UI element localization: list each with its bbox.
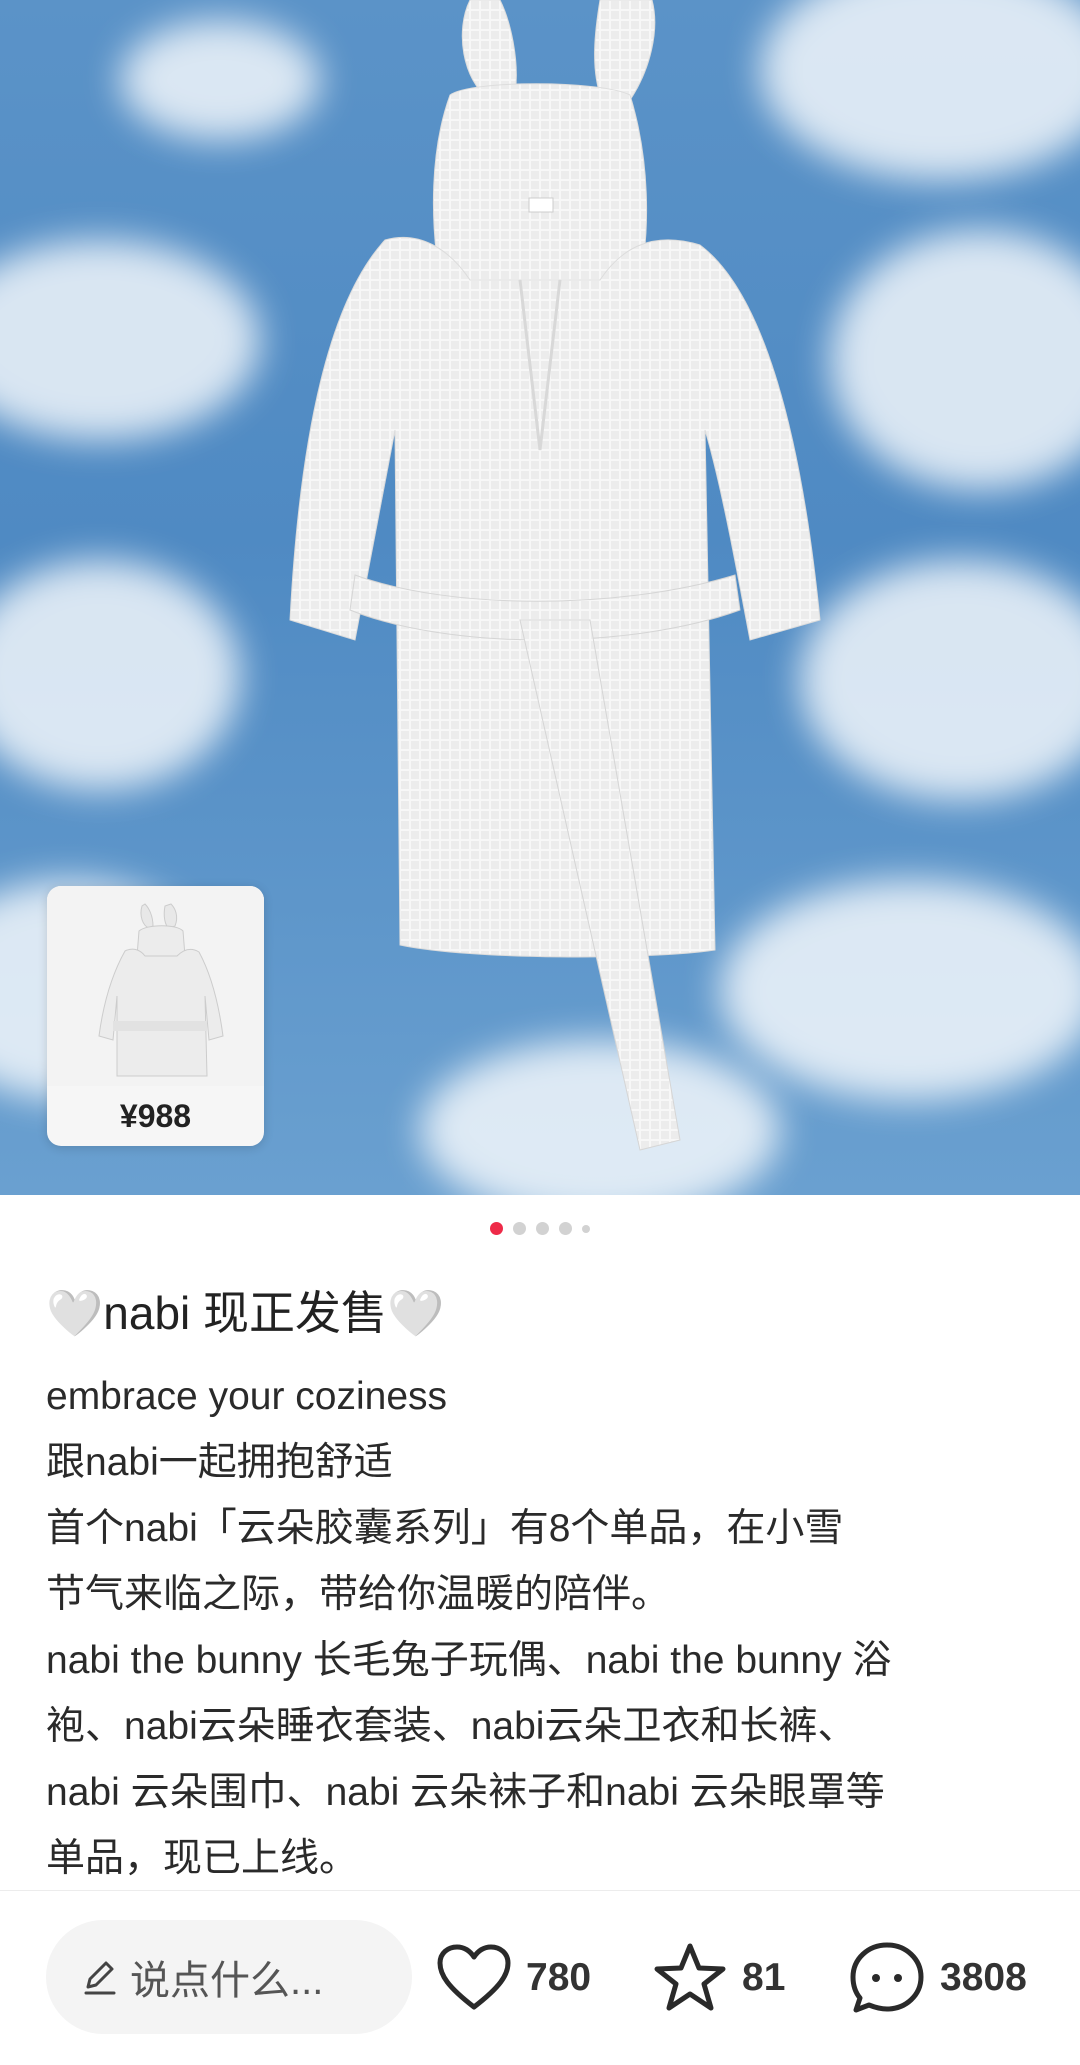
bathrobe-thumbnail-image: [47, 886, 264, 1086]
post-line: 节气来临之际，带给你温暖的陪伴。: [46, 1573, 671, 1616]
post-image[interactable]: ¥988: [0, 0, 1080, 1195]
comment-button[interactable]: 3808: [848, 1936, 1027, 2020]
star-icon: [654, 1943, 726, 2011]
like-count: 780: [526, 1956, 592, 1999]
carousel-indicator: [0, 1222, 1080, 1235]
heart-icon: [437, 1944, 511, 2010]
post-line: 跟nabi一起拥抱舒适: [46, 1441, 393, 1484]
carousel-dot: [536, 1222, 549, 1235]
post-line: 袍、nabi云朵睡衣套装、nabi云朵卫衣和长裤、: [46, 1705, 857, 1748]
bottom-divider: [0, 1890, 1080, 1891]
comment-count: 3808: [940, 1956, 1027, 1999]
post-title: 🤍nabi 现正发售🤍: [46, 1287, 445, 1339]
product-card[interactable]: ¥988: [47, 886, 264, 1146]
post-content: 🤍nabi 现正发售🤍 embrace your coziness 跟nabi一…: [46, 1270, 1046, 1892]
post-line: 首个nabi「云朵胶囊系列」有8个单品，在小雪: [46, 1507, 844, 1550]
pencil-icon: [84, 1961, 116, 1995]
carousel-dot-active: [490, 1222, 503, 1235]
bottom-action-bar: 说点什么... 780 81 3808: [0, 1892, 1080, 2065]
post-line: nabi the bunny 长毛兔子玩偶、nabi the bunny 浴: [46, 1639, 892, 1682]
comment-placeholder: 说点什么...: [130, 1959, 324, 2003]
carousel-dot: [513, 1222, 526, 1235]
post-line: embrace your coziness: [46, 1375, 448, 1418]
chat-bubble-icon: [850, 1942, 924, 2013]
like-button[interactable]: 780: [436, 1936, 591, 2020]
carousel-dot: [582, 1224, 590, 1233]
favorite-button[interactable]: 81: [652, 1936, 785, 2020]
favorite-count: 81: [742, 1956, 786, 1999]
post-line: nabi 云朵围巾、nabi 云朵袜子和nabi 云朵眼罩等: [46, 1771, 885, 1814]
post-body: embrace your coziness 跟nabi一起拥抱舒适 首个nabi…: [46, 1364, 1046, 1892]
product-price: ¥988: [119, 1098, 192, 1134]
comment-input[interactable]: 说点什么...: [46, 1920, 412, 2034]
carousel-dot: [559, 1222, 572, 1235]
post-line: 单品，现已上线。: [46, 1837, 359, 1880]
